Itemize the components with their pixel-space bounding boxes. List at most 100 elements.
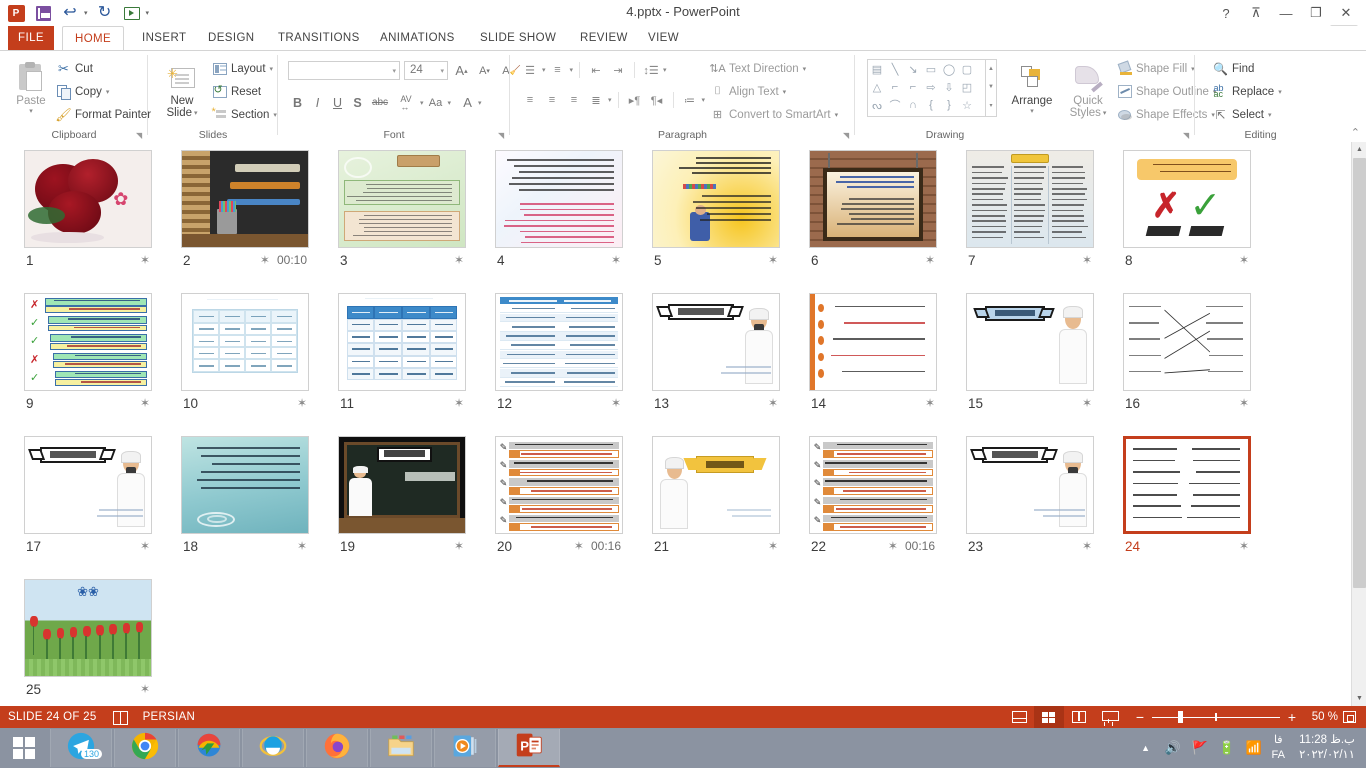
slide-preview[interactable] bbox=[1123, 436, 1251, 534]
shapes-scroll-down-icon[interactable]: ▼ bbox=[986, 78, 996, 96]
tab-animations[interactable]: ANIMATIONS bbox=[368, 26, 467, 50]
font-size-input[interactable]: 24 ▾ bbox=[404, 61, 448, 80]
animation-star-icon[interactable]: ✶ bbox=[297, 396, 307, 410]
align-left-button[interactable]: ≡ bbox=[520, 91, 540, 109]
slide-thumbnail-10[interactable]: 10✶ bbox=[181, 293, 309, 391]
shape-rectangle-icon[interactable]: ▭ bbox=[922, 60, 940, 78]
slide-thumbnail-5[interactable]: 5✶ bbox=[652, 150, 780, 248]
increase-indent-button[interactable]: ⇥ bbox=[608, 61, 628, 79]
zoom-control[interactable]: − + bbox=[1134, 709, 1298, 725]
italic-button[interactable]: I bbox=[308, 93, 327, 112]
animation-star-icon[interactable]: ✶ bbox=[888, 539, 898, 553]
align-text-button[interactable]: ⌷ Align Text ▾ bbox=[710, 84, 786, 99]
normal-view-button[interactable] bbox=[1004, 706, 1034, 728]
tab-view[interactable]: VIEW bbox=[636, 26, 691, 50]
shape-folded-corner-icon[interactable]: ◰ bbox=[958, 78, 976, 96]
slide-preview[interactable] bbox=[181, 436, 309, 534]
select-dropdown-icon[interactable]: ▾ bbox=[1268, 111, 1272, 119]
paste-button[interactable]: Paste ▾ bbox=[8, 61, 54, 115]
animation-star-icon[interactable]: ✶ bbox=[925, 253, 935, 267]
increase-font-size-button[interactable]: A▴ bbox=[452, 61, 471, 80]
text-direction-button[interactable]: ⇅A Text Direction ▾ bbox=[710, 61, 806, 76]
clipboard-dialog-launcher[interactable]: ◥ bbox=[136, 131, 145, 140]
slide-thumbnail-25[interactable]: ❀❀ 25✶ bbox=[24, 579, 152, 677]
scrollbar-thumb[interactable] bbox=[1353, 158, 1366, 588]
arrange-dropdown-icon[interactable]: ▾ bbox=[1030, 107, 1034, 115]
animation-star-icon[interactable]: ✶ bbox=[1239, 539, 1249, 553]
align-right-button[interactable]: ≡ bbox=[564, 91, 584, 109]
format-painter-button[interactable]: 🖌 Format Painter bbox=[56, 107, 151, 122]
help-button[interactable]: ? bbox=[1212, 3, 1240, 23]
animation-star-icon[interactable]: ✶ bbox=[611, 396, 621, 410]
animation-star-icon[interactable]: ✶ bbox=[574, 539, 584, 553]
animation-star-icon[interactable]: ✶ bbox=[1239, 253, 1249, 267]
font-dialog-launcher[interactable]: ◥ bbox=[498, 131, 507, 140]
slide-preview[interactable] bbox=[338, 436, 466, 534]
shapes-gallery[interactable]: ▤ ╲ ↘ ▭ ◯ ▢ △ ⌐ ⌐ ⇨ ⇩ ◰ ᔓ ⌒ bbox=[867, 59, 997, 117]
smartart-dropdown-icon[interactable]: ▾ bbox=[835, 111, 839, 119]
numbering-dropdown-icon[interactable]: ▾ bbox=[570, 66, 574, 74]
justify-button[interactable]: ≣ bbox=[586, 91, 606, 109]
shape-elbow-arrow-icon[interactable]: ⌐ bbox=[904, 78, 922, 96]
slide-thumbnail-12[interactable]: 12✶ bbox=[495, 293, 623, 391]
ribbon-display-options-button[interactable]: ⊼ bbox=[1242, 3, 1270, 23]
shape-right-brace-icon[interactable]: } bbox=[940, 96, 958, 114]
slide-thumbnail-16[interactable]: 16✶ bbox=[1123, 293, 1251, 391]
bullets-button[interactable]: ☰ bbox=[520, 61, 540, 79]
slide-thumbnail-1[interactable]: ✿ 1✶ bbox=[24, 150, 152, 248]
slide-preview[interactable]: ✿ bbox=[24, 150, 152, 248]
tab-slide-show[interactable]: SLIDE SHOW bbox=[468, 26, 568, 50]
notes-icon[interactable] bbox=[113, 711, 127, 723]
shape-rounded-rect-icon[interactable]: ▢ bbox=[958, 60, 976, 78]
animation-star-icon[interactable]: ✶ bbox=[454, 253, 464, 267]
slide-thumbnail-20[interactable]: ✎✎✎✎✎20✶00:16 bbox=[495, 436, 623, 534]
shapes-more-icon[interactable]: ▾ bbox=[986, 96, 996, 114]
animation-star-icon[interactable]: ✶ bbox=[454, 539, 464, 553]
slide-sorter-scrollbar[interactable]: ▲ ▼ bbox=[1351, 142, 1366, 706]
shape-arrow-icon[interactable]: ↘ bbox=[904, 60, 922, 78]
shape-arc-icon[interactable]: ⌒ bbox=[886, 96, 904, 114]
arrange-button[interactable]: Arrange ▾ bbox=[1005, 61, 1059, 115]
slide-preview[interactable] bbox=[338, 150, 466, 248]
align-text-dropdown-icon[interactable]: ▾ bbox=[783, 88, 787, 96]
slide-preview[interactable] bbox=[652, 150, 780, 248]
taskbar-item-internet-download-manager[interactable] bbox=[178, 729, 240, 767]
slide-thumbnail-24[interactable]: 24✶ bbox=[1123, 436, 1251, 534]
slide-thumbnail-17[interactable]: 17✶ bbox=[24, 436, 152, 534]
scroll-up-icon[interactable]: ▲ bbox=[1352, 142, 1366, 157]
slide-preview[interactable] bbox=[338, 293, 466, 391]
find-button[interactable]: 🔍 Find bbox=[1213, 61, 1254, 76]
taskbar-item-internet-explorer[interactable] bbox=[242, 729, 304, 767]
font-name-input[interactable]: ▾ bbox=[288, 61, 400, 80]
ltr-text-direction-button[interactable]: ▸¶ bbox=[625, 91, 645, 109]
text-direction-dropdown-icon[interactable]: ▾ bbox=[803, 65, 807, 73]
language-label[interactable]: PERSIAN bbox=[143, 711, 196, 723]
slide-preview[interactable] bbox=[966, 436, 1094, 534]
shape-left-brace-icon[interactable]: { bbox=[922, 96, 940, 114]
taskbar-item-powerpoint[interactable]: P bbox=[498, 729, 560, 767]
signal-strength-icon[interactable]: 📶 bbox=[1245, 739, 1263, 757]
shape-right-arrow-icon[interactable]: ⇨ bbox=[922, 78, 940, 96]
animation-star-icon[interactable]: ✶ bbox=[611, 253, 621, 267]
slide-thumbnail-7[interactable]: 7✶ bbox=[966, 150, 1094, 248]
volume-icon[interactable]: 🔊 bbox=[1164, 739, 1182, 757]
character-spacing-dropdown-icon[interactable]: ▾ bbox=[420, 99, 424, 107]
quick-styles-dropdown-icon[interactable]: ▾ bbox=[1103, 109, 1107, 117]
clock[interactable]: 11:28 ب.ظ ۲۰۲۲/۰۲/۱۱ bbox=[1294, 733, 1360, 763]
animation-star-icon[interactable]: ✶ bbox=[768, 253, 778, 267]
bold-button[interactable]: B bbox=[288, 93, 307, 112]
fit-to-window-button[interactable] bbox=[1338, 706, 1360, 728]
section-button[interactable]: Section ▾ bbox=[212, 107, 277, 122]
slide-preview[interactable]: ✗✓✓✗✓ bbox=[24, 293, 152, 391]
taskbar-item-media-player[interactable] bbox=[434, 729, 496, 767]
slide-preview[interactable]: ✗ ✓ bbox=[1123, 150, 1251, 248]
animation-star-icon[interactable]: ✶ bbox=[260, 253, 270, 267]
slide-thumbnail-3[interactable]: 3✶ bbox=[338, 150, 466, 248]
slide-preview[interactable] bbox=[495, 293, 623, 391]
slide-preview[interactable] bbox=[966, 293, 1094, 391]
taskbar-item-file-explorer[interactable] bbox=[370, 729, 432, 767]
character-spacing-button[interactable]: AV↔ bbox=[393, 93, 419, 112]
battery-icon[interactable]: 🔋 bbox=[1218, 739, 1236, 757]
quick-styles-button[interactable]: Quick Styles▾ bbox=[1063, 61, 1113, 119]
animation-star-icon[interactable]: ✶ bbox=[297, 539, 307, 553]
